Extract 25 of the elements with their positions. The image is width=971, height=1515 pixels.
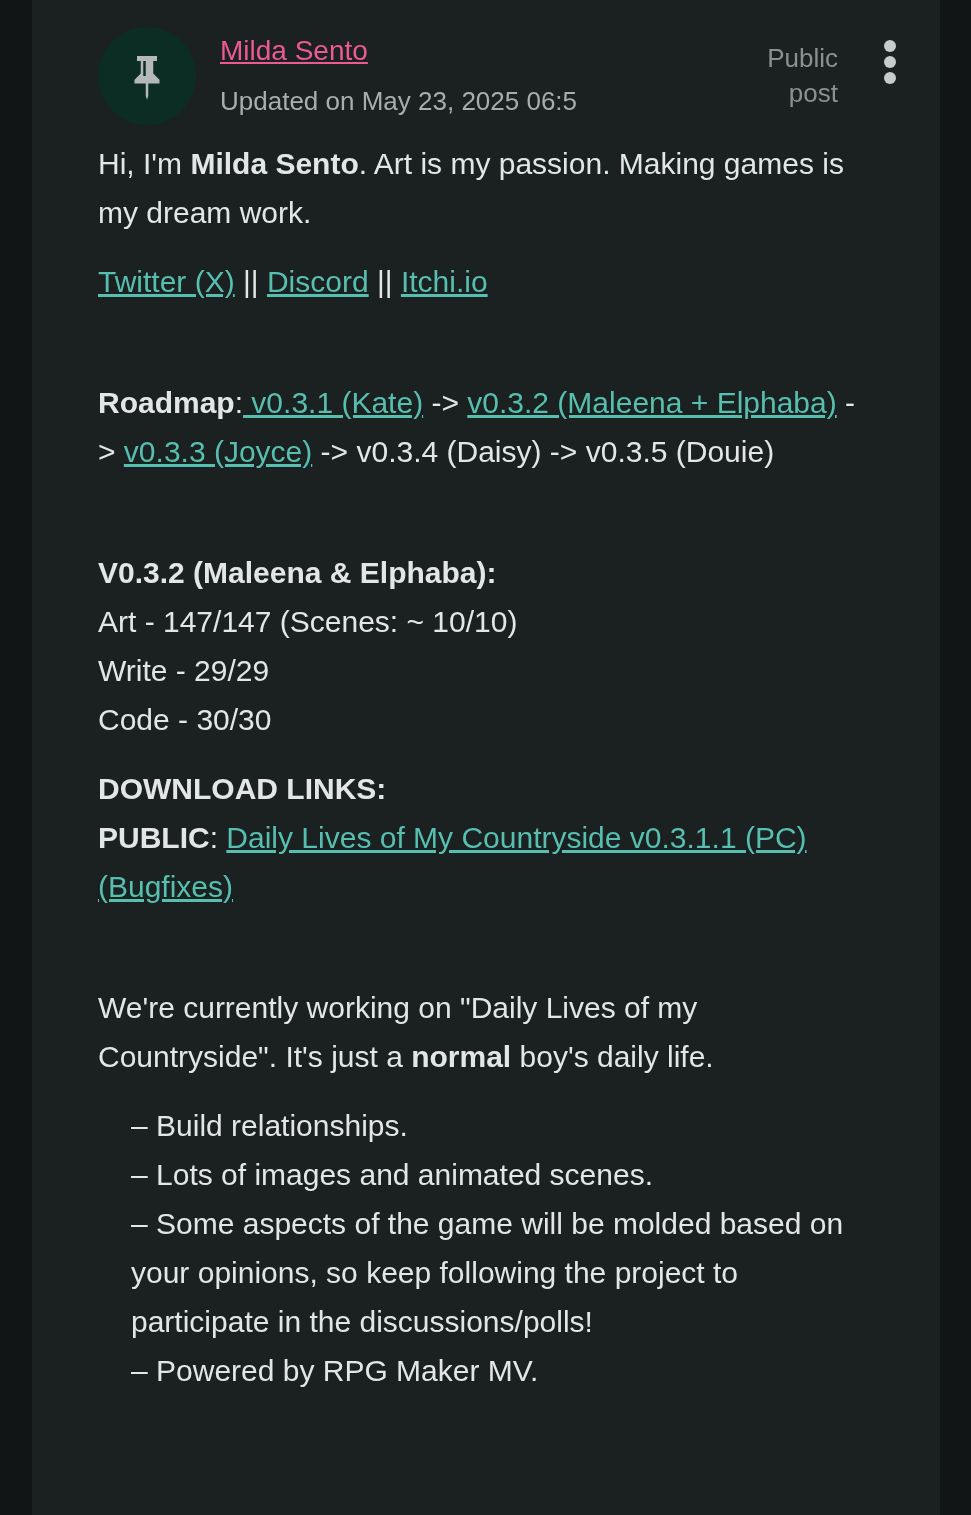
visibility-label: Public post [766, 42, 838, 110]
post-text: – Build relationships. [131, 1108, 409, 1144]
post-text: Art - 147/147 (Scenes: ~ 10/10) [98, 604, 519, 640]
post-text: Write - 29/29 [98, 653, 271, 689]
post-link[interactable]: Twitter (X) [98, 265, 235, 298]
post-text: – Some aspects of the game will be molded based on your opinions, so keep following the project to participate in the discussions/polls! [131, 1206, 845, 1340]
post-text: – Powered by RPG Maker MV. [131, 1353, 540, 1389]
post-link[interactable]: v0.3.2 (Maleena + Elphaba) [467, 386, 837, 419]
post-link[interactable]: Discord [266, 265, 369, 298]
post-text: PUBLIC: Daily Lives of My Countryside v0.3.1.1 (PC) [98, 820, 808, 856]
post-text: – Lots of images and animated scenes. [131, 1157, 654, 1193]
post-text: V0.3.2 (Maleena & Elphaba): [98, 555, 498, 591]
post-text: Roadmap: v0.3.1 (Kate) -> v0.3.2 (Maleena + Elphaba) -> v0.3.3 (Joyce) -> v0.3.4 (Daisy) -> v0.3.5 (Douie) [98, 385, 857, 470]
post-link[interactable]: Itchi.io [400, 265, 488, 298]
author-link[interactable]: Milda Sento [220, 29, 368, 73]
post-text: Hi, I'm Milda Sento. Art is my passion. Making games is my dream work. [98, 146, 845, 231]
post-link[interactable]: v0.3.1 (Kate) [243, 386, 424, 419]
post-text: Twitter (X) || Discord || Itchi.io [98, 264, 489, 300]
post-link[interactable]: Daily Lives of My Countryside v0.3.1.1 (PC) [226, 821, 807, 854]
post-link[interactable]: v0.3.3 (Joyce) [123, 435, 313, 468]
post-text: DOWNLOAD LINKS: [98, 771, 388, 807]
updated-date: Updated on May 23, 2025 06:5 [220, 85, 579, 118]
post-text: We're currently working on "Daily Lives of my Countryside". It's just a normal boy's daily life. [98, 990, 715, 1075]
post-text: Code - 30/30 [98, 702, 273, 738]
post-link[interactable]: (Bugfixes) [98, 870, 234, 903]
